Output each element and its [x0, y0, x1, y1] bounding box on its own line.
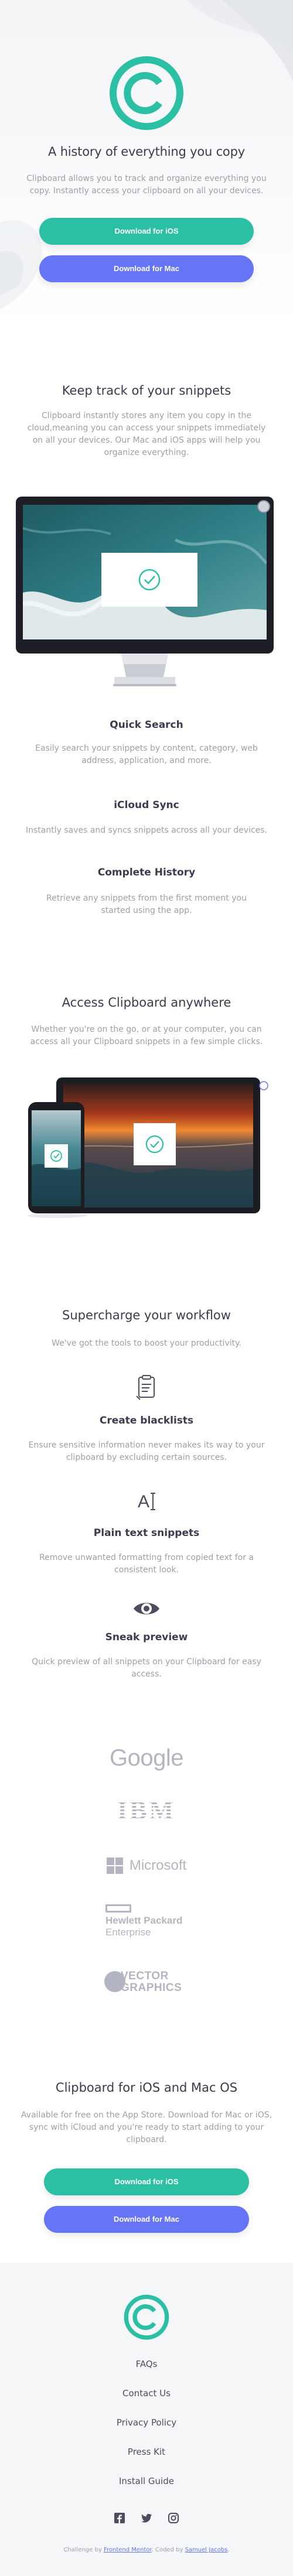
credit-prefix: Challenge by: [63, 2547, 102, 2553]
snippets-title: Keep track of your snippets: [62, 384, 231, 398]
svg-text:A: A: [138, 1492, 149, 1511]
sneak-preview-text: Quick preview of all snippets on your Cl…: [32, 1657, 261, 1679]
blacklists-text: Ensure sensitive information never makes…: [28, 1441, 265, 1462]
microsoft-squares-icon: [106, 1857, 123, 1874]
sneak-preview-title: Sneak preview: [105, 1631, 188, 1643]
microsoft-logo-text: Microsoft: [129, 1857, 187, 1873]
facebook-icon[interactable]: [114, 2512, 125, 2524]
access-text: Whether you're on the go, or at your com…: [30, 1025, 263, 1046]
monitor-stand: [113, 654, 176, 686]
vector-graphics-logo: VECTOR GRAPHICS: [104, 1969, 198, 1998]
plain-text-text: Remove unwanted formatting from copied t…: [39, 1553, 254, 1575]
download-ios-button[interactable]: Download for iOS: [39, 218, 254, 245]
credit-mid: . Coded by: [151, 2547, 183, 2553]
cta-download-mac-button[interactable]: Download for Mac: [44, 2206, 249, 2233]
instagram-icon[interactable]: [168, 2512, 179, 2524]
cta-title: Clipboard for iOS and Mac OS: [55, 2081, 238, 2095]
credit-suffix: .: [227, 2547, 230, 2553]
social-links: [114, 2512, 179, 2525]
hpe-rectangle-icon: [105, 1904, 131, 1913]
copyright-logo-icon: [109, 56, 184, 131]
blacklists-title: Create blacklists: [99, 1415, 194, 1426]
plain-text-title: Plain text snippets: [93, 1527, 200, 1539]
hewlett-packard-enterprise-logo: Hewlett Packard Enterprise: [105, 1904, 193, 1945]
hpe-line2: Enterprise: [105, 1927, 151, 1938]
footer-link-faqs[interactable]: FAQs: [0, 2359, 293, 2369]
blacklist-icon: [132, 1374, 161, 1403]
microsoft-logo: Microsoft: [0, 1857, 293, 1874]
access-title: Access Clipboard anywhere: [62, 995, 231, 1010]
footer-logo-icon[interactable]: [124, 2294, 169, 2340]
frontend-mentor-link[interactable]: Frontend Mentor: [104, 2547, 152, 2553]
twitter-icon[interactable]: [141, 2512, 152, 2524]
hpe-line1: Hewlett Packard: [105, 1915, 183, 1926]
text-cursor-icon: A: [132, 1486, 161, 1516]
download-mac-button[interactable]: Download for Mac: [39, 255, 254, 282]
cta-download-ios-button[interactable]: Download for iOS: [44, 2168, 249, 2195]
google-logo: Google: [110, 1745, 183, 1771]
feature-complete-history-text: Retrieve any snippets from the first mom…: [46, 894, 247, 915]
footer-link-privacy-policy[interactable]: Privacy Policy: [0, 2417, 293, 2428]
hero-section: A history of everything you copy Clipboa…: [0, 0, 293, 328]
vector-line1: VECTOR: [121, 1970, 169, 1982]
vector-line2: GRAPHICS: [121, 1982, 182, 1994]
footer-link-install-guide[interactable]: Install Guide: [0, 2476, 293, 2486]
monitor-screen: [23, 505, 267, 639]
footer-link-contact-us[interactable]: Contact Us: [0, 2388, 293, 2399]
feature-quick-search-title: Quick Search: [110, 719, 183, 731]
page: A history of everything you copy Clipboa…: [0, 0, 293, 2576]
hero-text: Clipboard allows you to track and organi…: [26, 174, 267, 196]
feature-complete-history-title: Complete History: [97, 867, 196, 878]
monitor-frame: [16, 497, 274, 654]
footer-link-press-kit[interactable]: Press Kit: [0, 2447, 293, 2457]
monitor-corner-badge: [257, 500, 270, 513]
author-link[interactable]: Samuel Jacobs: [185, 2547, 228, 2553]
feature-icloud-sync-title: iCloud Sync: [114, 799, 179, 811]
cta-text: Available for free on the App Store. Dow…: [21, 2110, 272, 2144]
workflow-text: We've got the tools to boost your produc…: [52, 1339, 241, 1348]
ibm-logo: IBM: [0, 1795, 293, 1825]
feature-icloud-sync-text: Instantly saves and syncs snippets acros…: [25, 826, 268, 835]
attribution: Challenge by Frontend Mentor. Coded by S…: [0, 2547, 293, 2553]
ibm-logo-text: IBM: [117, 1796, 176, 1825]
desktop-monitor-image: [16, 497, 274, 690]
workflow-title: Supercharge your workflow: [62, 1308, 231, 1322]
devices-image: [26, 1077, 268, 1218]
snippets-text: Clipboard instantly stores any item you …: [27, 411, 266, 457]
hero-title: A history of everything you copy: [48, 145, 245, 159]
feature-quick-search-text: Easily search your snippets by content, …: [35, 744, 258, 765]
eye-icon: [132, 1594, 161, 1623]
